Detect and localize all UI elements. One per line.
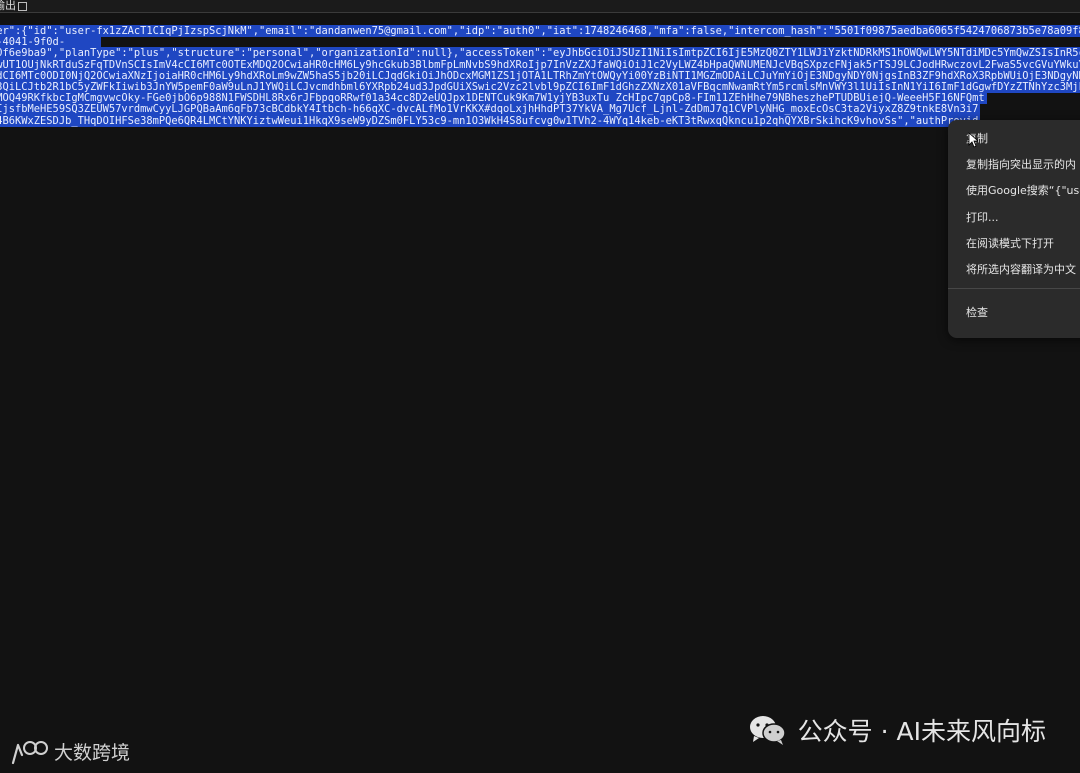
menu-divider — [948, 288, 1080, 289]
brand-mark: 大数跨境 — [10, 738, 130, 765]
console-toolbar: 输出 — [0, 0, 1080, 13]
menu-item-inspect[interactable]: 检查 — [966, 306, 988, 320]
console-output[interactable]: ser":{"id":"user-fx1zZAcT1CIqPjIzspScjNk… — [0, 25, 1080, 127]
watermark-text: 公众号 · AI未来风向标 — [797, 717, 1046, 746]
console-line: 40f6e9ba9","planType":"plus","structure"… — [0, 47, 1080, 60]
menu-item-reading-mode[interactable]: 在阅读模式下打开 — [966, 237, 1054, 251]
menu-item-search-google[interactable]: 使用Google搜索“{"use — [966, 184, 1080, 198]
selected-text[interactable]: ser":{"id":"user-fx1zZAcT1CIqPjIzspScjNk… — [0, 25, 1080, 37]
selected-text[interactable]: 40f6e9ba9","planType":"plus","structure"… — [0, 47, 1080, 60]
selected-text[interactable]: M4B6KWxZESDJb_THqDOIHFSe38mPQe6QR4LMCtYN… — [0, 114, 981, 127]
menu-item-print[interactable]: 打印... — [966, 211, 999, 225]
menu-item-translate[interactable]: 将所选内容翻译为中文 — [966, 263, 1076, 277]
brand-text: 大数跨境 — [54, 742, 131, 764]
wechat-icon — [749, 716, 786, 745]
output-checkbox[interactable] — [18, 1, 27, 11]
selected-text[interactable]: XMOQ49RKfkbcIgMCmgvwcOky-FGe0jbO6p988N1F… — [0, 92, 987, 105]
brand-logo-icon — [11, 740, 48, 764]
selected-text[interactable]: JwUT1OUjNkRTduSzFqTDVnSCIsImV4cCI6MTc0OT… — [0, 58, 1080, 71]
mouse-cursor-icon — [968, 132, 978, 148]
selected-text[interactable]: ndCI6MTc0ODI0NjQ2OCwiaXNzIjoiaHR0cHM6Ly9… — [0, 69, 1080, 82]
selected-text[interactable]: c3QiLCJtb2R1bC5yZWFkIiwib3JnYW5pemF0aW9u… — [0, 80, 1080, 93]
selected-text[interactable]: oIjsfbMeHE59SQ3ZEUW57vrdmwCyyLJGPQBaAm6q… — [0, 103, 981, 116]
screen: 输出 ser":{"id":"user-fx1zZAcT1CIqPjIzspSc… — [0, 0, 1080, 773]
output-toggle-label: 输出 — [0, 0, 16, 12]
console-line: M4B6KWxZESDJb_THqDOIHFSe38mPQe6QR4LMCtYN… — [0, 114, 1080, 127]
selected-text[interactable]: a-4041-9f0d- — [0, 36, 102, 49]
wechat-watermark: 公众号 · AI未来风向标 — [748, 712, 1046, 748]
menu-item-copy-link-to-highlight[interactable]: 复制指向突出显示的内 — [966, 158, 1076, 172]
console-line: ser":{"id":"user-fx1zZAcT1CIqPjIzspScjNk… — [0, 25, 1080, 37]
console-line: oIjsfbMeHE59SQ3ZEUW57vrdmwCyyLJGPQBaAm6q… — [0, 103, 1080, 116]
context-menu: 复制 复制指向突出显示的内 使用Google搜索“{"use 打印... 在阅读… — [948, 120, 1080, 338]
